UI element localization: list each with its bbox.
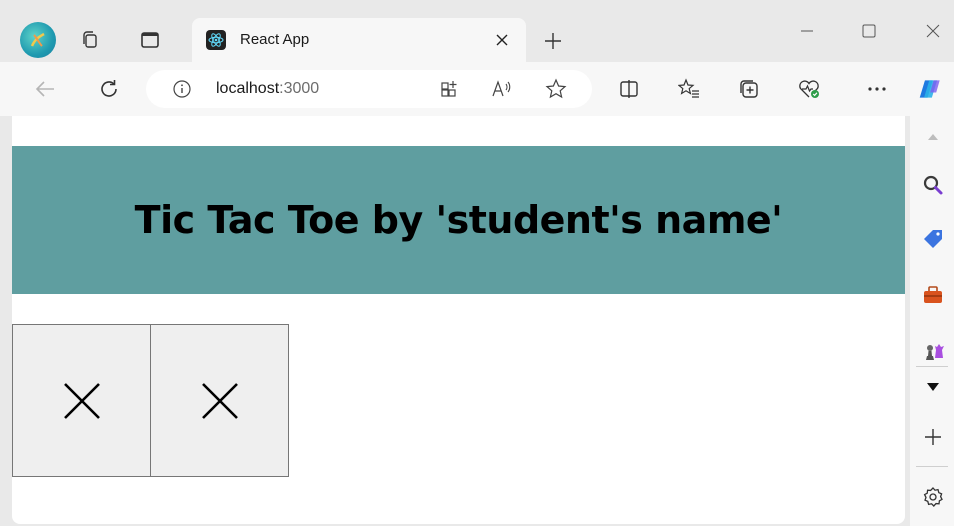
shopping-tag-icon[interactable] — [920, 226, 946, 252]
tab-react-app[interactable]: React App — [192, 18, 526, 62]
close-window-button[interactable] — [918, 16, 948, 46]
sidebar-divider — [916, 466, 948, 467]
sidebar-expand-icon[interactable] — [920, 374, 946, 400]
sidebar-divider — [916, 366, 948, 367]
app-header: Tic Tac Toe by 'student's name' — [12, 146, 905, 294]
copilot-icon[interactable] — [918, 76, 944, 102]
react-logo-icon — [206, 30, 226, 50]
search-icon[interactable] — [920, 172, 946, 198]
profile-icon[interactable] — [20, 22, 56, 58]
refresh-icon[interactable] — [96, 76, 122, 102]
maximize-button[interactable] — [854, 16, 884, 46]
tab-actions-icon[interactable] — [138, 28, 162, 52]
split-screen-icon[interactable] — [616, 76, 642, 102]
x-mark-icon — [201, 382, 238, 419]
favorites-icon[interactable] — [676, 76, 702, 102]
board-square-1[interactable] — [12, 324, 151, 477]
info-icon[interactable] — [170, 77, 194, 101]
url-text: localhost:3000 — [216, 80, 319, 98]
workspaces-icon[interactable] — [78, 28, 102, 52]
page-title: Tic Tac Toe by 'student's name' — [134, 198, 783, 242]
collections-icon[interactable] — [736, 76, 762, 102]
browser-toolbar: localhost:3000 — [0, 62, 954, 116]
url-host: localhost — [216, 80, 280, 97]
add-icon[interactable] — [920, 424, 946, 450]
page-viewport: Tic Tac Toe by 'student's name' — [12, 116, 905, 524]
game-board — [12, 324, 289, 477]
address-bar[interactable]: localhost:3000 — [146, 70, 592, 108]
tab-title: React App — [240, 31, 310, 48]
more-icon[interactable] — [864, 76, 890, 102]
scroll-up-icon[interactable] — [920, 124, 946, 150]
browser-sidebar — [910, 116, 954, 526]
back-icon[interactable] — [32, 76, 58, 102]
settings-icon[interactable] — [920, 484, 946, 510]
board-square-2[interactable] — [150, 324, 289, 477]
url-port: :3000 — [279, 80, 320, 97]
tools-icon[interactable] — [920, 282, 946, 308]
games-icon[interactable] — [920, 338, 946, 364]
favorite-star-icon[interactable] — [544, 77, 568, 101]
tab-strip: React App — [0, 0, 954, 62]
app-available-icon[interactable] — [438, 77, 462, 101]
new-tab-button[interactable] — [540, 28, 566, 54]
x-mark-icon — [63, 382, 100, 419]
minimize-button[interactable] — [792, 16, 822, 46]
read-aloud-icon[interactable] — [490, 77, 514, 101]
close-tab-icon[interactable] — [492, 30, 512, 50]
browser-essentials-icon[interactable] — [796, 76, 822, 102]
